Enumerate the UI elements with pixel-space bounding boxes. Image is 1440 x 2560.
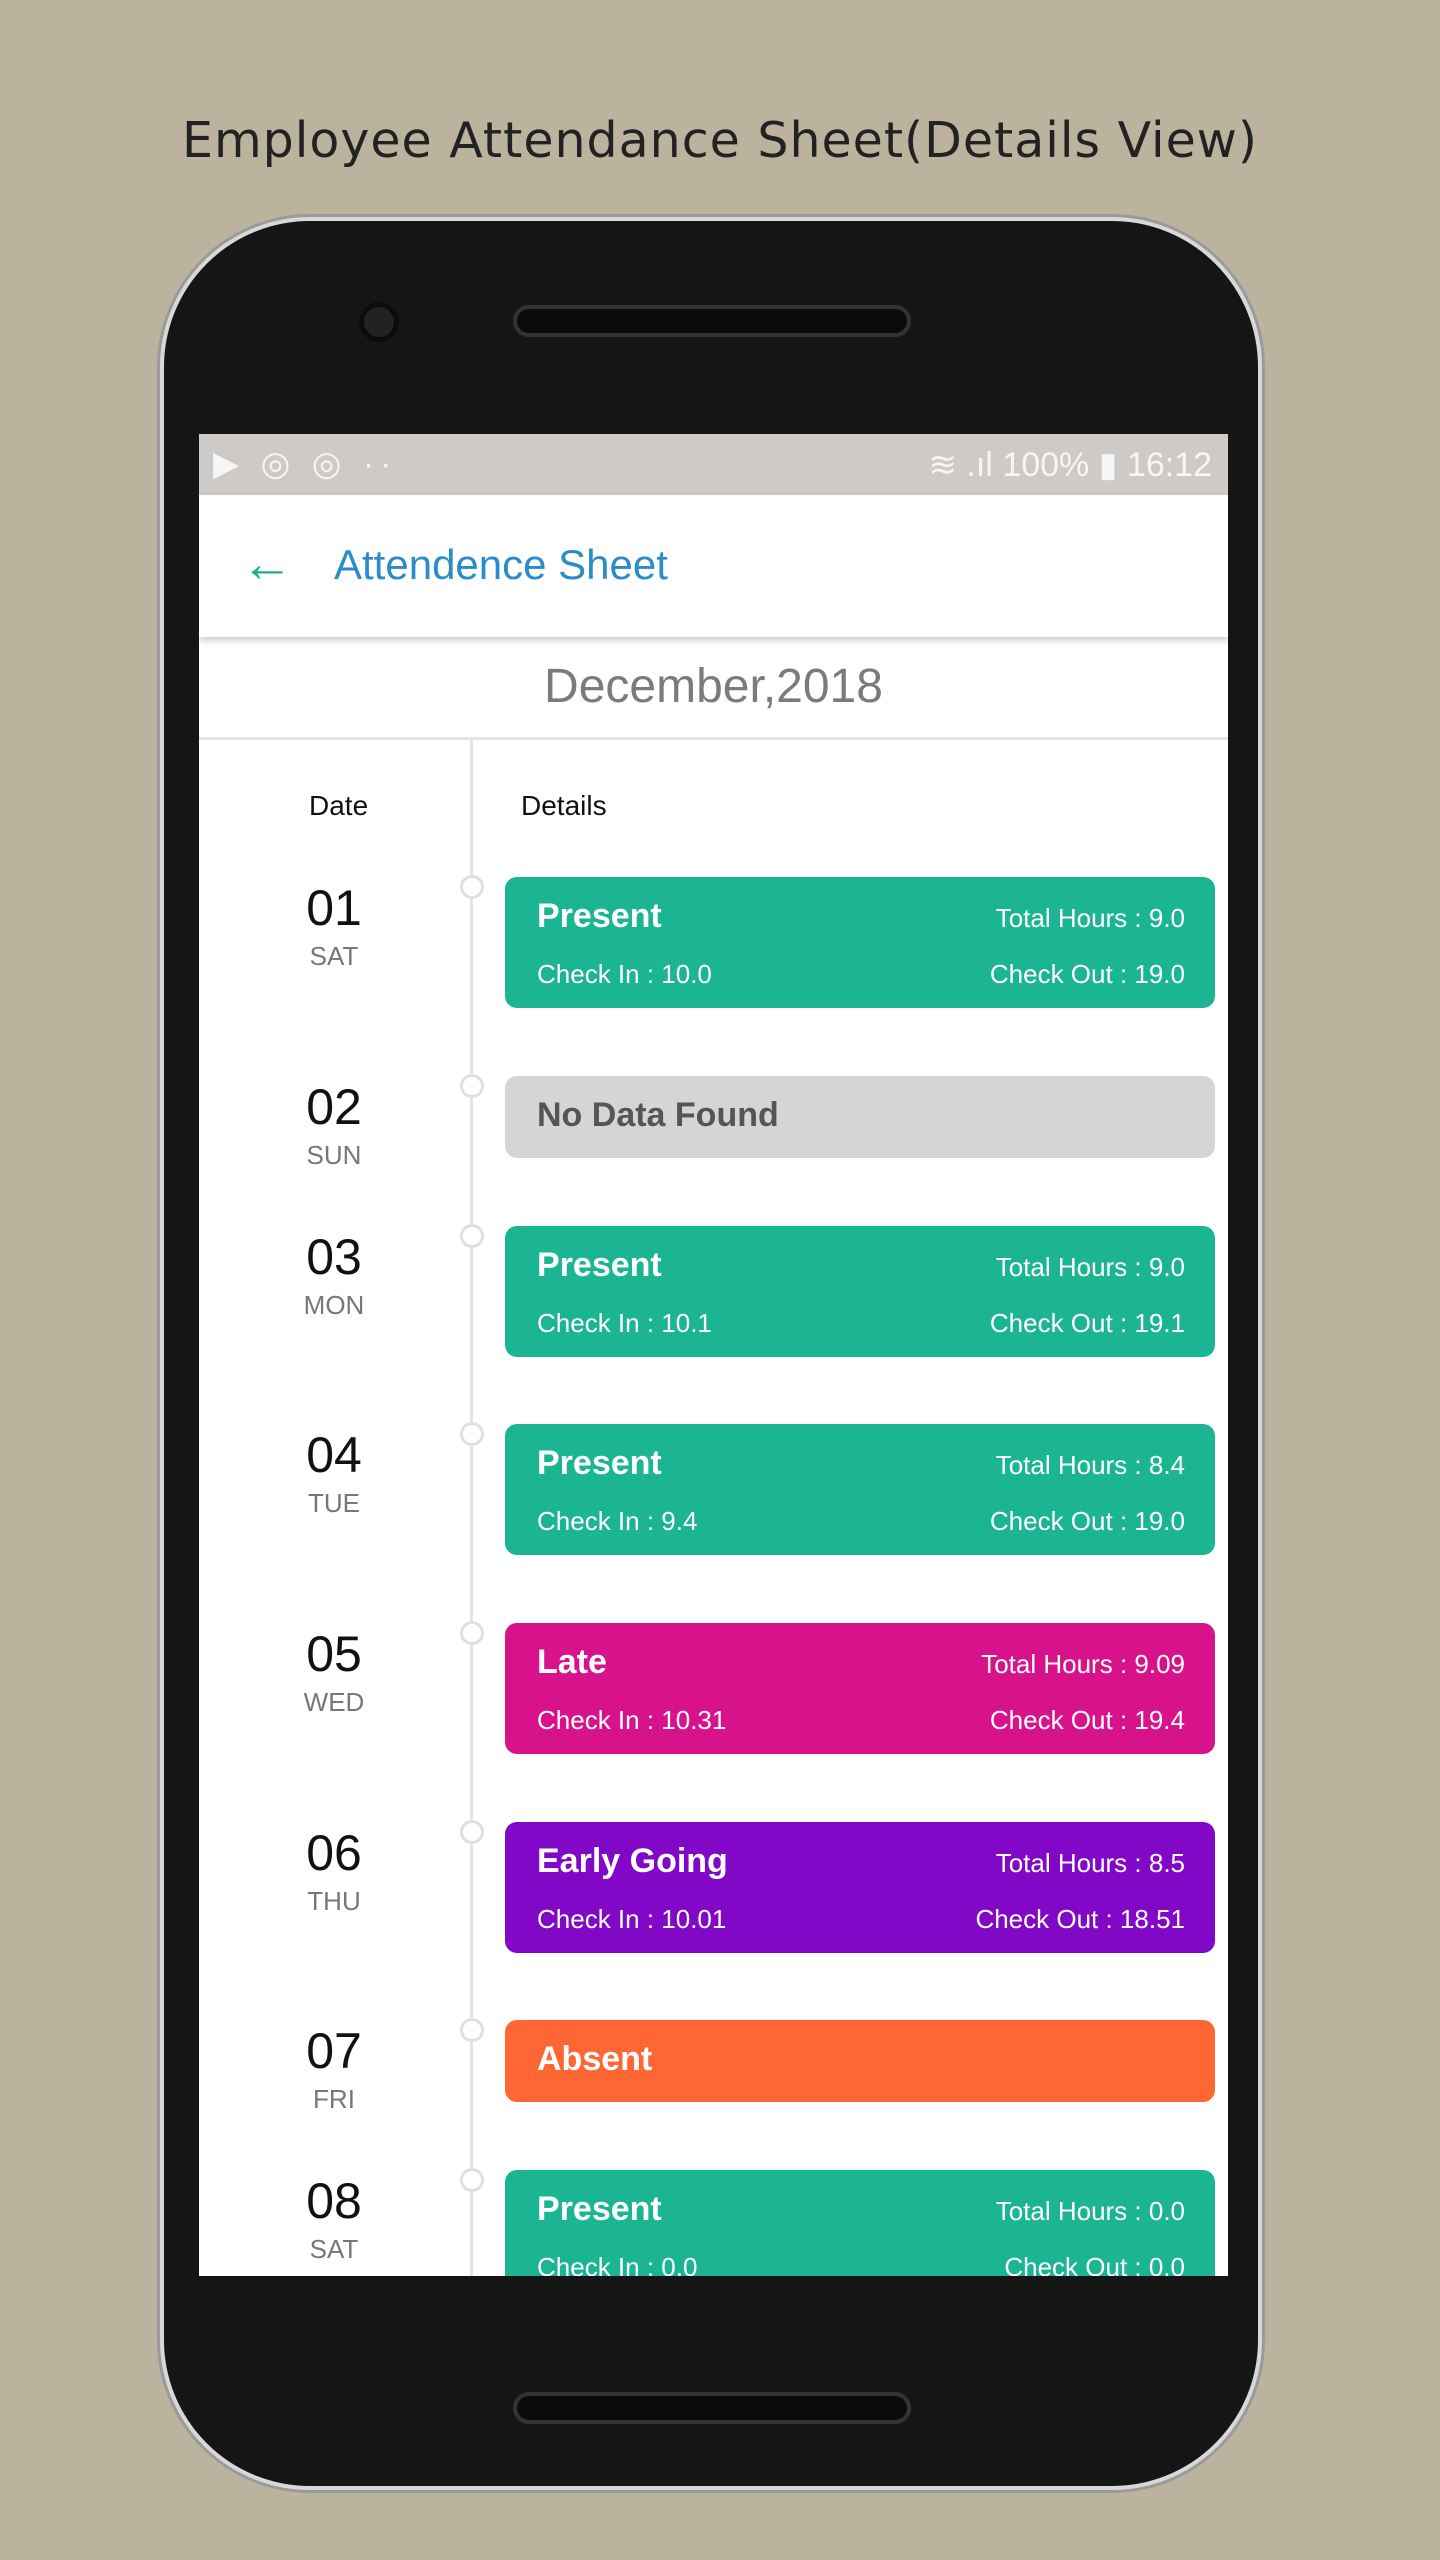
check-in-time: Check In : 10.1 xyxy=(537,1308,712,1338)
total-hours: Total Hours : 9.09 xyxy=(981,1649,1185,1679)
check-in-time: Check In : 10.31 xyxy=(537,1705,727,1735)
weekday-label: SAT xyxy=(309,941,359,971)
app-screen: ▶ ◎ ◎ ·· ≋ .ıl 100% ▮ 16:12 ← Attendence… xyxy=(199,434,1228,2276)
check-out-time: Check Out : 0.0 xyxy=(1004,2252,1185,2276)
day-number: 01 xyxy=(306,880,362,936)
status-label: Present xyxy=(537,1444,662,1482)
status-label: Absent xyxy=(537,2040,653,2078)
attendance-card-present[interactable]: Present Total Hours : 0.0 Check In : 0.0 Ch… xyxy=(505,2170,1215,2276)
check-in-time: Check In : 10.01 xyxy=(537,1904,727,1934)
attendance-card-present[interactable]: Present Total Hours : 8.4 Check In : 9.4 Ch… xyxy=(505,1424,1215,1555)
check-out-time: Check Out : 19.4 xyxy=(989,1705,1185,1735)
weekday-label: SAT xyxy=(309,2234,359,2264)
day-number: 04 xyxy=(306,1427,362,1483)
check-out-time: Check Out : 19.0 xyxy=(989,1506,1185,1536)
page-caption: Employee Attendance Sheet(Details View) xyxy=(181,112,1258,169)
attendance-card-early-going[interactable]: Early Going Total Hours : 8.5 Check In : 1… xyxy=(505,1822,1215,1953)
toolbar-title: Attendence Sheet xyxy=(334,541,668,588)
battery-icon: ▮ xyxy=(1098,446,1118,484)
clock: 16:12 xyxy=(1126,446,1212,484)
arrow-left-icon[interactable]: ← xyxy=(241,538,293,590)
top-speaker xyxy=(513,305,911,337)
status-label: Present xyxy=(537,897,662,935)
total-hours: Total Hours : 9.0 xyxy=(995,1252,1185,1282)
weekday-label: MON xyxy=(303,1290,365,1320)
details-column-header: Details xyxy=(521,790,607,821)
weekday-label: SUN xyxy=(306,1140,362,1170)
check-out-time: Check Out : 19.0 xyxy=(989,959,1185,989)
weekday-label: WED xyxy=(303,1687,365,1717)
check-in-time: Check In : 10.0 xyxy=(537,959,712,989)
attendance-card-present[interactable]: Present Total Hours : 9.0 Check In : 10.0 C… xyxy=(505,877,1215,1008)
timeline-dot xyxy=(460,2018,484,2042)
month-label: December,2018 xyxy=(199,637,1228,740)
day-number: 03 xyxy=(306,1229,362,1285)
check-in-time: Check In : 9.4 xyxy=(537,1506,698,1536)
total-hours: Total Hours : 0.0 xyxy=(995,2196,1185,2226)
timeline-dot xyxy=(460,1074,484,1098)
day-number: 07 xyxy=(306,2023,362,2079)
signal-icon: .ıl xyxy=(966,446,993,484)
check-out-time: Check Out : 18.51 xyxy=(975,1904,1185,1934)
day-number: 06 xyxy=(306,1825,362,1881)
status-bar: ▶ ◎ ◎ ·· ≋ .ıl 100% ▮ 16:12 xyxy=(199,434,1228,495)
camera-icon xyxy=(359,302,399,342)
status-right: ≋ .ıl 100% ▮ 16:12 xyxy=(928,445,1212,485)
bottom-speaker xyxy=(513,2392,911,2424)
timeline-dot xyxy=(460,1820,484,1844)
check-in-time: Check In : 0.0 xyxy=(537,2252,698,2276)
timeline-dot xyxy=(460,1621,484,1645)
day-number: 02 xyxy=(306,1079,362,1135)
wifi-icon: ≋ xyxy=(928,446,957,484)
weekday-label: FRI xyxy=(313,2084,355,2114)
battery-level: 100% xyxy=(1002,446,1090,484)
status-label: Present xyxy=(537,2190,662,2228)
day-number: 05 xyxy=(306,1626,362,1682)
timeline-dot xyxy=(460,2168,484,2192)
date-column-header: Date xyxy=(309,790,369,821)
status-label: No Data Found xyxy=(537,1096,779,1134)
total-hours: Total Hours : 8.5 xyxy=(995,1848,1185,1878)
notification-icons: ▶ ◎ ◎ ·· xyxy=(213,445,398,483)
timeline-dot xyxy=(460,1224,484,1248)
timeline-dot xyxy=(460,1422,484,1446)
timeline-line xyxy=(470,740,473,2276)
total-hours: Total Hours : 8.4 xyxy=(995,1450,1185,1480)
weekday-label: THU xyxy=(307,1886,361,1916)
weekday-label: TUE xyxy=(308,1488,360,1518)
app-toolbar: ← Attendence Sheet xyxy=(199,495,1228,637)
day-number: 08 xyxy=(306,2173,362,2229)
status-label: Late xyxy=(537,1643,607,1681)
status-label: Present xyxy=(537,1246,662,1284)
attendance-card-late[interactable]: Late Total Hours : 9.09 Check In : 10.31 Ch… xyxy=(505,1623,1215,1754)
check-out-time: Check Out : 19.1 xyxy=(989,1308,1185,1338)
timeline-dot xyxy=(460,875,484,899)
attendance-card-absent[interactable]: Absent xyxy=(505,2020,1215,2102)
status-label: Early Going xyxy=(537,1842,728,1880)
attendance-card-present[interactable]: Present Total Hours : 9.0 Check In : 10.1 C… xyxy=(505,1226,1215,1357)
total-hours: Total Hours : 9.0 xyxy=(995,903,1185,933)
attendance-card-no-data[interactable]: No Data Found xyxy=(505,1076,1215,1158)
